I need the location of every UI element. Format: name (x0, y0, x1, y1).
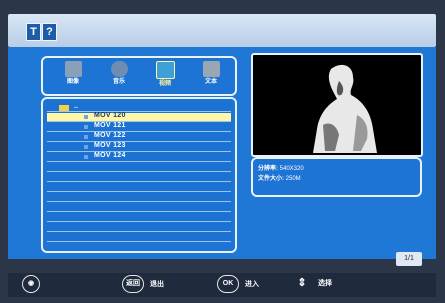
file-icon (84, 135, 88, 139)
home-icon: ◉ (22, 275, 40, 293)
file-name: MOV 122 (94, 132, 126, 139)
category-label: 音乐 (112, 79, 125, 85)
list-item[interactable]: MOV 120 (47, 112, 231, 122)
list-item-empty (47, 233, 231, 242)
list-item-empty (47, 213, 231, 222)
resolution-value: 540X320 (279, 166, 304, 172)
top-bar: T ? (8, 14, 436, 47)
video-icon (155, 61, 175, 79)
ok-button[interactable]: OK 进入 (217, 275, 259, 293)
category-music[interactable]: 音乐 (99, 61, 139, 93)
category-label: 文本 (204, 79, 217, 85)
main-area: 图像 音乐 视频 文本 .. MOV 120 MOV 121 MOV 122 M… (8, 47, 436, 266)
category-bar: 图像 音乐 视频 文本 (41, 56, 237, 96)
file-name: MOV 120 (94, 112, 126, 119)
return-button[interactable]: 返回 退出 (122, 275, 164, 293)
page-indicator: 1/1 (396, 252, 422, 266)
list-item-empty (47, 193, 231, 202)
file-icon (84, 115, 88, 119)
list-item-empty (47, 173, 231, 182)
info-panel: 分辨率: 540X320 文件大小: 250M (251, 157, 422, 197)
file-name: MOV 121 (94, 122, 126, 129)
move-label: 选择 (317, 280, 332, 287)
music-icon (110, 61, 128, 77)
category-text[interactable]: 文本 (191, 61, 231, 93)
list-item-empty (47, 203, 231, 212)
ok-key: OK (217, 275, 239, 293)
video-preview (251, 53, 423, 157)
text-icon (202, 61, 220, 77)
category-video[interactable]: 视频 (145, 61, 185, 93)
home-button[interactable]: ◉ (22, 275, 44, 293)
list-item[interactable]: MOV 124 (47, 152, 231, 162)
list-item[interactable]: MOV 123 (47, 142, 231, 152)
file-name: MOV 124 (94, 152, 126, 159)
file-list: .. MOV 120 MOV 121 MOV 122 MOV 123 MOV 1… (41, 97, 237, 253)
size-label: 文件大小: (258, 176, 284, 182)
resolution-line: 分辨率: 540X320 (258, 163, 304, 172)
category-label: 视频 (158, 81, 171, 87)
return-key: 返回 (122, 275, 144, 293)
list-item-up[interactable]: .. (47, 103, 231, 112)
help-icon[interactable]: ? (42, 23, 57, 41)
move-button[interactable]: ⇕ 选择 (292, 275, 332, 293)
list-item[interactable]: MOV 122 (47, 132, 231, 142)
file-icon (84, 145, 88, 149)
return-label: 退出 (149, 280, 164, 288)
folder-icon (59, 105, 69, 111)
photo-icon (64, 61, 82, 77)
ok-label: 进入 (244, 280, 259, 288)
screen: T ? 图像 音乐 视频 文本 .. MOV 120 MOV 121 MOV 1… (0, 0, 445, 303)
list-item-empty (47, 163, 231, 172)
list-item-empty (47, 223, 231, 232)
file-name: MOV 123 (94, 142, 126, 149)
size-value: 250M (285, 176, 301, 182)
file-icon (84, 155, 88, 159)
size-line: 文件大小: 250M (258, 173, 301, 182)
list-item[interactable]: MOV 121 (47, 122, 231, 132)
resolution-label: 分辨率: (258, 166, 278, 172)
preview-figure (313, 64, 377, 153)
category-label: 图像 (66, 79, 79, 85)
bottom-bar: ◉ 返回 退出 OK 进入 ⇕ 选择 (8, 273, 436, 297)
file-icon (84, 125, 88, 129)
category-photo[interactable]: 图像 (53, 61, 93, 93)
list-item-empty (47, 183, 231, 192)
settings-icon[interactable]: T (26, 23, 41, 41)
up-label: .. (74, 103, 78, 110)
updown-arrows-icon: ⇕ (297, 277, 307, 290)
